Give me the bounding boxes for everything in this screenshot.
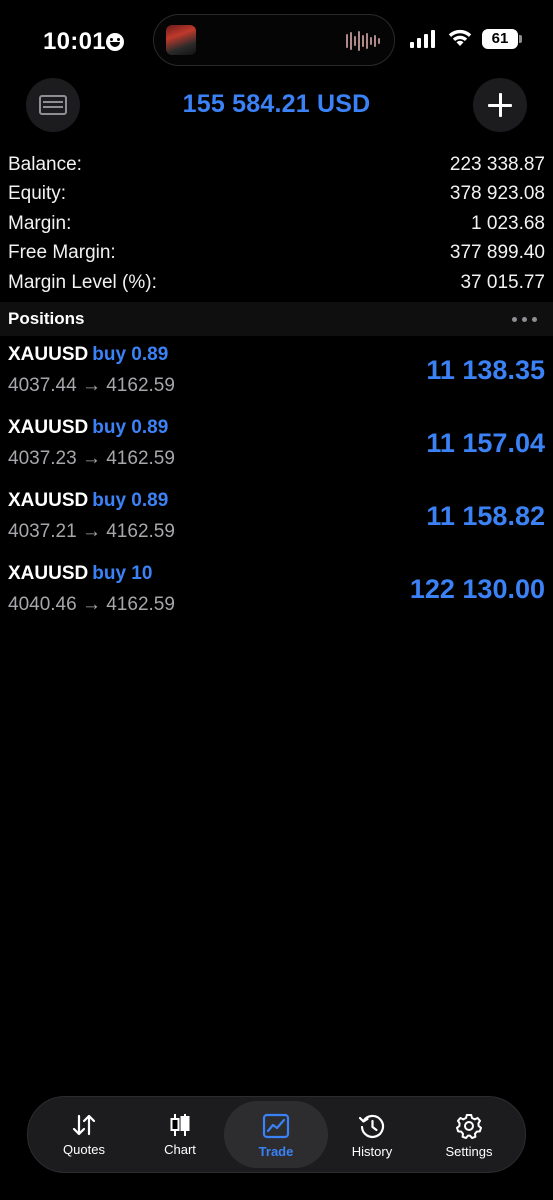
summary-label: Balance:: [8, 153, 82, 175]
position-symbol: XAUUSD: [8, 563, 89, 584]
accounts-button[interactable]: [26, 78, 80, 132]
position-row[interactable]: XAUUSD buy 0.89 4037.21 → 4162.59 11 158.…: [0, 486, 553, 559]
quotes-icon: [72, 1114, 96, 1136]
position-title: XAUUSD buy 0.89: [8, 417, 168, 439]
summary-label: Margin:: [8, 212, 72, 234]
tab-history[interactable]: History: [324, 1101, 420, 1168]
summary-value: 1 023.68: [471, 212, 545, 234]
tab-label: History: [351, 1144, 393, 1159]
position-side: buy 0.89: [92, 344, 169, 365]
tab-chart[interactable]: Chart: [132, 1101, 228, 1168]
position-row[interactable]: XAUUSD buy 0.89 4037.23 → 4162.59 11 157.…: [0, 413, 553, 486]
position-side: buy 0.89: [92, 417, 169, 438]
wifi-icon: [448, 29, 472, 46]
account-summary: Balance: 223 338.87 Equity: 378 923.08 M…: [0, 150, 553, 298]
summary-row-margin-level: Margin Level (%): 37 015.77: [0, 268, 553, 298]
dynamic-island[interactable]: [153, 14, 395, 66]
tab-settings[interactable]: Settings: [421, 1101, 517, 1168]
card-icon: [39, 95, 67, 115]
cellular-signal-icon: [410, 30, 435, 48]
tab-trade[interactable]: Trade: [224, 1101, 328, 1168]
position-profit: 11 158.82: [426, 501, 545, 531]
position-prices: 4037.21 → 4162.59: [8, 521, 175, 542]
summary-value: 223 338.87: [449, 153, 545, 175]
summary-row-margin: Margin: 1 023.68: [0, 209, 553, 239]
trade-icon: [262, 1113, 290, 1139]
trade-screen: 10:01 61 155 584.21 USD Balance: 223 338…: [0, 0, 553, 1200]
position-prices: 4037.44 → 4162.59: [8, 375, 175, 396]
battery-icon: 61: [482, 29, 522, 49]
focus-mode-icon: [106, 33, 124, 51]
account-total: 155 584.21 USD: [182, 90, 371, 118]
position-symbol: XAUUSD: [8, 344, 89, 365]
positions-list: XAUUSD buy 0.89 4037.44 → 4162.59 11 138.…: [0, 340, 553, 632]
positions-header: Positions: [0, 302, 553, 336]
tab-label: Settings: [445, 1144, 493, 1159]
positions-title: Positions: [8, 309, 85, 328]
bottom-tab-bar: Quotes Chart Trade History Settings: [27, 1096, 526, 1173]
position-title: XAUUSD buy 0.89: [8, 344, 168, 366]
tab-label: Quotes: [63, 1142, 105, 1157]
position-title: XAUUSD buy 10: [8, 563, 152, 585]
audio-waveform-icon: [346, 31, 380, 51]
plus-icon: [488, 93, 512, 117]
summary-label: Equity:: [8, 183, 67, 205]
summary-row-free-margin: Free Margin: 377 899.40: [0, 239, 553, 269]
more-options-icon[interactable]: [512, 316, 537, 322]
summary-row-equity: Equity: 378 923.08: [0, 180, 553, 210]
summary-value: 378 923.08: [449, 183, 545, 205]
position-profit: 122 130.00: [409, 574, 545, 604]
position-title: XAUUSD buy 0.89: [8, 490, 168, 512]
new-order-button[interactable]: [473, 78, 527, 132]
tab-label: Chart: [164, 1142, 196, 1157]
settings-icon: [456, 1114, 482, 1139]
now-playing-artwork: [166, 25, 196, 55]
position-row[interactable]: XAUUSD buy 10 4040.46 → 4162.59 122 130.0…: [0, 559, 553, 632]
status-bar: 10:01 61: [0, 0, 553, 80]
position-row[interactable]: XAUUSD buy 0.89 4037.44 → 4162.59 11 138.…: [0, 340, 553, 413]
tab-label: Trade: [258, 1144, 294, 1159]
position-profit: 11 157.04: [426, 428, 545, 458]
summary-value: 37 015.77: [460, 271, 545, 293]
position-side: buy 0.89: [92, 490, 169, 511]
position-prices: 4040.46 → 4162.59: [8, 594, 175, 615]
position-symbol: XAUUSD: [8, 490, 89, 511]
history-icon: [358, 1114, 385, 1139]
position-profit: 11 138.35: [426, 355, 545, 385]
summary-label: Free Margin:: [8, 242, 116, 264]
position-prices: 4037.23 → 4162.59: [8, 448, 175, 469]
summary-value: 377 899.40: [449, 242, 545, 264]
summary-row-balance: Balance: 223 338.87: [0, 150, 553, 180]
position-side: buy 10: [92, 563, 153, 584]
position-symbol: XAUUSD: [8, 417, 89, 438]
chart-icon: [170, 1114, 190, 1136]
status-time: 10:01: [43, 28, 106, 55]
summary-label: Margin Level (%):: [8, 271, 157, 293]
tab-quotes[interactable]: Quotes: [36, 1101, 132, 1168]
